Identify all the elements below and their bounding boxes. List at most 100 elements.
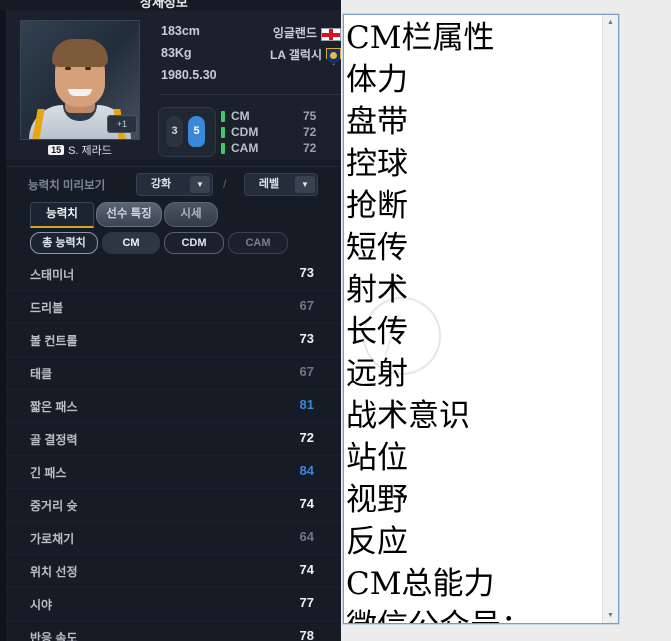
chevrons-icon[interactable]: ^^ — [321, 0, 335, 6]
player-name: S. 제라드 — [68, 145, 112, 157]
stat-label: 짧은 패스 — [30, 400, 78, 414]
level-dropdown[interactable]: 레벨 ▼ — [244, 173, 318, 196]
stat-value: 81 — [299, 397, 314, 412]
player-name-row: 15 S. 제라드 — [20, 142, 140, 158]
stat-row: 가로채기 64 — [6, 522, 341, 555]
shirt-number: 15 — [48, 145, 65, 155]
tab-market[interactable]: 시세 — [164, 202, 218, 227]
stat-label: 반응 속도 — [30, 631, 78, 641]
stat-label: 중거리 슛 — [30, 499, 78, 513]
weak-foot-rating: 3 — [166, 116, 183, 147]
stat-label: 시야 — [30, 598, 53, 612]
preview-label: 능력치 미리보기 — [28, 180, 106, 192]
bio-row-height: 183cm 잉글랜드 — [161, 24, 341, 46]
position-rating-list: CM 75 CDM 72 CAM 72 — [221, 108, 341, 156]
position-row: CM 75 — [221, 108, 341, 124]
preview-separator: / — [223, 177, 227, 191]
stat-row: 태클 67 — [6, 357, 341, 390]
bio-row-weight: 83Kg LA 갤럭시 — [161, 46, 341, 68]
player-nation: 잉글랜드 — [273, 24, 341, 42]
tab-bar: 능력치 선수 특징 시세 — [6, 202, 341, 228]
position-name: CM — [231, 109, 250, 123]
player-card: +1 15 S. 제라드 183cm 잉글랜드 83Kg LA 갤럭시 1980… — [6, 10, 341, 160]
stat-label: 볼 컨트롤 — [30, 334, 78, 348]
stat-row: 스태미너 73 — [6, 258, 341, 291]
stat-value: 84 — [299, 463, 314, 478]
panel-title: 상세정보 — [140, 0, 188, 10]
flag-england-icon — [321, 28, 341, 41]
chip-cam[interactable]: CAM — [228, 232, 288, 254]
stat-value: 67 — [299, 298, 314, 313]
text-editor-body: CM栏属性 体力 盘带 控球 抢断 短传 射术 长传 远射 战术意识 站位 视野… — [346, 20, 532, 623]
stat-label: 드리블 — [30, 301, 64, 315]
enhance-value: 강화 — [150, 178, 172, 190]
stat-list: 스태미너 73 드리블 67 볼 컨트롤 73 태클 67 짧은 패스 81 골… — [6, 258, 341, 641]
stat-value: 67 — [299, 364, 314, 379]
position-bar-icon — [221, 111, 225, 122]
tab-abilities[interactable]: 능력치 — [30, 202, 94, 228]
position-value: 72 — [303, 141, 317, 155]
position-value: 75 — [303, 109, 317, 123]
text-editor-window[interactable]: CM栏属性 体力 盘带 控球 抢断 短传 射术 长传 远射 战术意识 站位 视野… — [343, 14, 619, 624]
stat-row: 드리블 67 — [6, 291, 341, 324]
scroll-up-arrow-icon[interactable]: ▲ — [603, 15, 618, 30]
scroll-down-arrow-icon[interactable]: ▼ — [603, 608, 618, 623]
screen-root: 🔍 상세정보 ^^ +1 15S. 제라드 — [0, 0, 671, 641]
stat-row: 반응 속도 78 — [6, 621, 341, 641]
club-label: LA 갤럭시 — [269, 48, 322, 62]
stat-label: 긴 패스 — [30, 466, 67, 480]
player-birthdate: 1980.5.30 — [161, 68, 217, 82]
chip-cdm[interactable]: CDM — [164, 232, 224, 254]
stat-value: 74 — [299, 562, 314, 577]
stat-row: 긴 패스 84 — [6, 456, 341, 489]
chip-total[interactable]: 총 능력치 — [30, 232, 98, 254]
chip-cm[interactable]: CM — [102, 232, 160, 254]
stat-label: 가로채기 — [30, 532, 75, 546]
position-row: CDM 72 — [221, 124, 341, 140]
portrait-hair — [52, 39, 108, 67]
stat-value: 77 — [299, 595, 314, 610]
editor-vertical-scrollbar[interactable]: ▲ ▼ — [602, 15, 618, 623]
foot-rating-box: 3 5 — [158, 107, 216, 157]
stat-value: 73 — [299, 331, 314, 346]
stat-row: 짧은 패스 81 — [6, 390, 341, 423]
portrait-eye-left — [65, 67, 71, 70]
position-value: 72 — [303, 125, 317, 139]
text-editor-content[interactable]: CM栏属性 体力 盘带 控球 抢断 短传 射术 长传 远射 战术意识 站位 视野… — [344, 15, 603, 623]
position-name: CAM — [231, 141, 259, 155]
stat-row: 위치 선정 74 — [6, 555, 341, 588]
stat-row: 시야 77 — [6, 588, 341, 621]
stat-label: 스태미너 — [30, 268, 75, 282]
position-filter-bar: 총 능력치 CM CDM CAM — [6, 232, 341, 256]
position-row: CAM 72 — [221, 140, 341, 156]
portrait-mouth — [68, 89, 92, 96]
upgrade-badge: +1 — [106, 115, 137, 133]
enhance-dropdown[interactable]: 강화 ▼ — [136, 173, 213, 196]
stat-value: 73 — [299, 265, 314, 280]
stat-preview-row: 능력치 미리보기 강화 ▼ / 레벨 ▼ — [6, 166, 341, 201]
bio-divider — [161, 94, 341, 95]
stat-value: 72 — [299, 430, 314, 445]
stat-value: 74 — [299, 496, 314, 511]
tab-traits[interactable]: 선수 특징 — [96, 202, 162, 227]
stat-row: 중거리 슛 74 — [6, 489, 341, 522]
stat-label: 태클 — [30, 367, 53, 381]
player-portrait[interactable]: +1 — [20, 20, 140, 140]
position-name: CDM — [231, 125, 259, 139]
panel-titlebar: 🔍 상세정보 ^^ — [0, 0, 341, 10]
bio-row-birthdate: 1980.5.30 — [161, 68, 341, 90]
chevron-down-icon[interactable]: ▼ — [190, 176, 210, 193]
stat-label: 골 결정력 — [30, 433, 78, 447]
text-editor-viewport[interactable]: CM栏属性 体力 盘带 控球 抢断 短传 射术 长传 远射 战术意识 站位 视野… — [344, 15, 603, 623]
portrait-eye-right — [85, 67, 91, 70]
player-weight: 83Kg — [161, 46, 192, 60]
stat-label: 위치 선정 — [30, 565, 78, 579]
stat-row: 볼 컨트롤 73 — [6, 324, 341, 357]
skill-moves-rating: 5 — [188, 116, 205, 147]
position-bar-icon — [221, 127, 225, 138]
chevron-down-icon[interactable]: ▼ — [295, 176, 315, 193]
stat-value: 64 — [299, 529, 314, 544]
position-bar-icon — [221, 143, 225, 154]
level-value: 레벨 — [258, 178, 280, 190]
crest-la-galaxy-icon — [326, 48, 341, 65]
